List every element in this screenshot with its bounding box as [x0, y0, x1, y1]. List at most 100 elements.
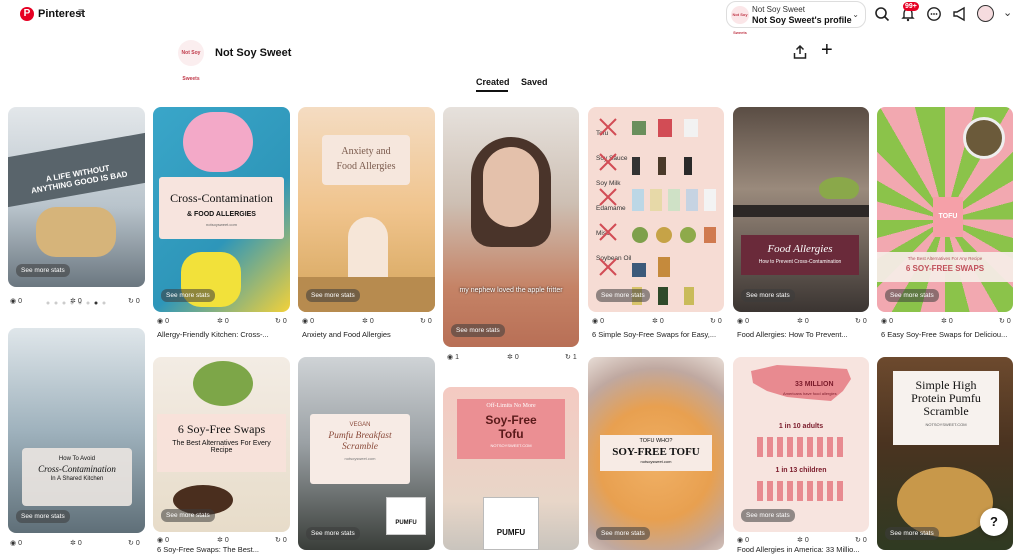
product-grid — [632, 117, 718, 305]
account-switcher-line2: Not Soy Sweet's profile — [752, 15, 852, 25]
pin-views: ◉ 0 — [881, 318, 893, 325]
see-more-stats-button[interactable]: See more stats — [451, 324, 505, 337]
profile-avatar[interactable]: Not Soy Sweets — [178, 40, 204, 82]
see-more-stats-button[interactable]: See more stats — [161, 509, 215, 522]
see-more-stats-button[interactable]: See more stats — [306, 289, 360, 302]
tab-created[interactable]: Created — [476, 77, 510, 87]
pin-kicker: TOFU WHO? — [639, 438, 673, 444]
pin-caption[interactable]: Allergy-Friendly Kitchen: Cross-... — [157, 330, 292, 339]
share-icon[interactable] — [792, 44, 808, 60]
pin-card[interactable]: VEGAN Pumfu Breakfast Scramble notsoyswe… — [298, 357, 435, 550]
pin-card[interactable]: Tofu Soy Sauce Soy Milk Edamame Miso Soy… — [588, 107, 724, 312]
pin-outbound: ↻ 0 — [275, 318, 287, 325]
see-more-stats-button[interactable]: See more stats — [885, 527, 939, 540]
pin-title-box: Anxiety and Food Allergies — [322, 135, 410, 185]
pin-views: ◉ 0 — [157, 318, 169, 325]
chevron-down-icon: ⌄ — [852, 10, 859, 19]
pin-subtitle2: Scramble — [923, 404, 969, 418]
pin-card[interactable]: Anxiety and Food Allergies See more stat… — [298, 107, 435, 312]
pin-saves: ✲ 0 — [941, 318, 953, 325]
pin-outbound: ↻ 1 — [565, 354, 577, 361]
bowl-icon — [963, 117, 1005, 159]
search-icon[interactable] — [874, 6, 890, 22]
overlay-subtitle2: In A Shared Kitchen — [50, 476, 104, 482]
create-plus-icon[interactable]: + — [821, 40, 833, 60]
pin-saves: ✲ 0 — [797, 537, 809, 544]
pin-saves: ✲ 0 — [507, 354, 519, 361]
pin-subtitle: The Best Alternatives For Every Recipe — [172, 440, 271, 454]
fruit-bowl — [819, 177, 859, 199]
pin-subtitle: Food Allergies — [336, 161, 396, 172]
account-switcher-line1: Not Soy Sweet — [752, 5, 805, 14]
pin-card[interactable]: A LIFE WITHOUT ANYTHING GOOD IS BAD See … — [8, 107, 145, 287]
tab-saved[interactable]: Saved — [521, 77, 548, 87]
pin-site: notsoysweet.com — [344, 456, 376, 461]
pin-caption[interactable]: Food Allergies: How To Prevent... — [737, 330, 872, 339]
pin-title-box: Food Allergies How to Prevent Cross-Cont… — [741, 235, 859, 275]
pin-saves: ✲ 0 — [70, 540, 82, 547]
pin-views: ◉ 0 — [592, 318, 604, 325]
top-bar: P Pinterest ≡ Not Soy Sweets Not Soy Swe… — [0, 0, 1024, 35]
pin-outbound: ↻ 0 — [275, 537, 287, 544]
pin-views: ◉ 0 — [10, 298, 22, 305]
pin-title: Anxiety and — [341, 146, 391, 157]
pin-outbound: ↻ 0 — [710, 318, 722, 325]
pin-card[interactable]: Cross-Contamination & FOOD ALLERGIES not… — [153, 107, 290, 312]
people-row-adults — [757, 437, 847, 457]
megaphone-icon[interactable] — [952, 6, 968, 22]
pin-views: ◉ 0 — [737, 537, 749, 544]
pin-card[interactable]: Off-Limits No More Soy-Free Tofu NOTSOYS… — [443, 387, 579, 550]
messages-icon[interactable] — [926, 6, 942, 22]
edamame-bowl — [193, 361, 253, 406]
see-more-stats-button[interactable]: See more stats — [16, 264, 70, 277]
see-more-stats-button[interactable]: See more stats — [741, 509, 795, 522]
pin-card[interactable]: 33 MILLION Americans have food allergies… — [733, 357, 869, 532]
see-more-stats-button[interactable]: See more stats — [306, 527, 360, 540]
see-more-stats-button[interactable]: See more stats — [596, 289, 650, 302]
pin-card[interactable]: TOFU The Best Alternatives For Any Recip… — [877, 107, 1013, 312]
profile-avatar[interactable] — [977, 5, 994, 22]
pin-title-box: 6 Soy-Free Swaps The Best Alternatives F… — [157, 414, 286, 472]
pumfu-pack: PUMFU — [386, 497, 426, 535]
pin-card[interactable]: TOFU WHO? SOY-FREE TOFU notsoysweet.com … — [588, 357, 724, 550]
see-more-stats-button[interactable]: See more stats — [596, 527, 650, 540]
pin-caption[interactable]: 6 Simple Soy-Free Swaps for Easy,... — [592, 330, 727, 339]
pinterest-logo-icon[interactable]: P — [20, 7, 34, 21]
pin-caption[interactable]: Anxiety and Food Allergies — [302, 330, 437, 339]
pin-outbound: ↻ 0 — [855, 537, 867, 544]
pin-card[interactable]: How To Avoid Cross-Contamination In A Sh… — [8, 328, 145, 533]
pin-title: 6 Soy-Free Swaps — [177, 422, 266, 436]
pin-card[interactable]: my nephew loved the apple fritter See mo… — [443, 107, 579, 347]
help-button[interactable]: ? — [980, 508, 1008, 536]
chevron-down-icon[interactable]: ⌄ — [1003, 6, 1012, 19]
counter-top — [733, 205, 869, 217]
hamburger-icon[interactable]: ≡ — [78, 7, 84, 18]
banner-line1: The Best Alternatives For Any Recipe — [907, 256, 983, 261]
account-switcher[interactable]: Not Soy Sweets Not Soy Sweet Not Soy Swe… — [726, 1, 866, 35]
see-more-stats-button[interactable]: See more stats — [16, 510, 70, 523]
pin-card[interactable]: Food Allergies How to Prevent Cross-Cont… — [733, 107, 869, 312]
pin-title-box: Cross-Contamination & FOOD ALLERGIES not… — [159, 177, 284, 239]
people-row-children — [757, 481, 847, 501]
pin-saves: ✲ 0 — [217, 537, 229, 544]
overlay-title: How To Avoid — [58, 456, 96, 462]
pin-saves: ✲ 0 — [217, 318, 229, 325]
pin-saves: ✲ 0 — [652, 318, 664, 325]
carousel-dots — [46, 292, 106, 305]
pastry-cups — [36, 207, 116, 257]
pin-outbound: ↻ 0 — [128, 540, 140, 547]
tofu-pack: TOFU — [933, 197, 963, 237]
pin-caption[interactable]: 6 Easy Soy-Free Swaps for Deliciou... — [881, 330, 1016, 339]
see-more-stats-button[interactable]: See more stats — [885, 289, 939, 302]
x-marks — [599, 118, 617, 276]
overlay-subtitle: Cross-Contamination — [38, 464, 116, 474]
see-more-stats-button[interactable]: See more stats — [161, 289, 215, 302]
pin-site: notsoysweet.com — [206, 222, 237, 227]
pin-subtitle: How to Prevent Cross-Contamination — [758, 259, 842, 265]
pin-outbound: ↻ 0 — [999, 318, 1011, 325]
pin-card[interactable]: 6 Soy-Free Swaps The Best Alternatives F… — [153, 357, 290, 532]
see-more-stats-button[interactable]: See more stats — [741, 289, 795, 302]
pin-banner: The Best Alternatives For Any Recipe 6 S… — [877, 252, 1013, 282]
pin-title-box: Simple High Protein Pumfu Scramble NOTSO… — [893, 371, 999, 445]
stat-headline: 33 MILLION — [795, 381, 834, 388]
